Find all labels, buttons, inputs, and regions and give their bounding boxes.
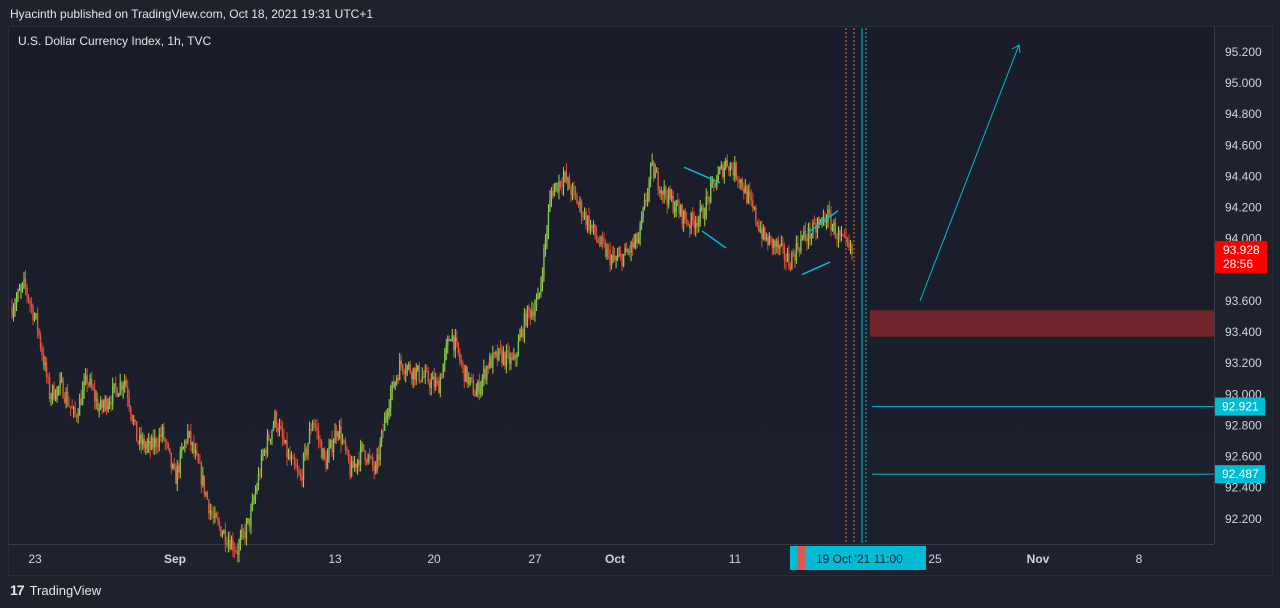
published-header: Hyacinth published on TradingView.com, O… [10, 7, 373, 21]
price-axis[interactable] [1214, 27, 1272, 544]
footer-brand: 17 TradingView [10, 582, 101, 598]
plot-area[interactable] [9, 27, 1214, 544]
tradingview-logo-icon: 17 [10, 582, 25, 598]
brand-name: TradingView [29, 582, 102, 598]
time-axis[interactable] [9, 544, 1214, 573]
symbol-title: U.S. Dollar Currency Index, 1h, TVC [18, 34, 212, 48]
